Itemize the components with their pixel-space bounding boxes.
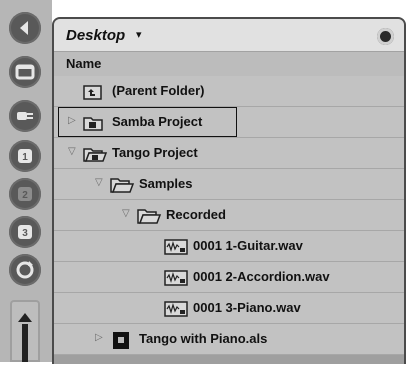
file-browser-1-icon[interactable] (9, 56, 41, 88)
expanded-arrow-icon[interactable]: ▽ (95, 177, 103, 188)
tree-row[interactable]: 0001 3-Piano.wav (54, 293, 404, 324)
audio-file-icon (163, 238, 189, 256)
tree-row-label: Samples (139, 176, 193, 191)
tree-row-label: Tango Project (112, 145, 198, 160)
tree-row[interactable]: ▽ Tango Project (54, 138, 404, 169)
collapsed-arrow-icon[interactable]: ▷ (95, 332, 103, 343)
tree-row-label: (Parent Folder) (112, 83, 205, 98)
browser-2-icon[interactable]: 2 (9, 178, 41, 210)
svg-text:1: 1 (22, 152, 28, 163)
plugin-devices-icon[interactable] (9, 100, 41, 132)
tree-row[interactable]: (Parent Folder) (54, 76, 404, 107)
sidebar-scrollbar[interactable] (10, 300, 40, 362)
browser-header: Desktop ▾ (54, 19, 404, 51)
browser-1-icon[interactable]: 1 (9, 140, 41, 172)
svg-text:3: 3 (22, 228, 28, 239)
folder-open-icon (136, 207, 162, 225)
browser-3-icon[interactable]: 3 (9, 216, 41, 248)
tree-row-label: Recorded (166, 207, 226, 222)
parent-folder-icon (82, 83, 108, 101)
refresh-icon[interactable] (9, 254, 41, 286)
project-folder-open-icon (82, 145, 108, 163)
tree-row-label: 0001 3-Piano.wav (193, 300, 301, 315)
audio-file-icon (163, 269, 189, 287)
expanded-arrow-icon[interactable]: ▽ (122, 208, 130, 219)
collapse-browser-icon[interactable] (9, 12, 41, 44)
tree-row[interactable]: ▷ Tango with Piano.als (54, 324, 404, 355)
search-icon[interactable] (377, 28, 394, 45)
tree-row-label: 0001 2-Accordion.wav (193, 269, 330, 284)
audio-file-icon (163, 300, 189, 318)
folder-open-icon (109, 176, 135, 194)
expanded-arrow-icon[interactable]: ▽ (68, 146, 76, 157)
svg-text:2: 2 (22, 190, 28, 201)
name-column-header[interactable]: Name (54, 51, 404, 77)
location-chooser[interactable]: Desktop (66, 27, 125, 44)
live-set-icon (109, 331, 135, 349)
tree-row[interactable]: 0001 1-Guitar.wav (54, 231, 404, 262)
tree-row[interactable]: 0001 2-Accordion.wav (54, 262, 404, 293)
tree-row[interactable]: ▽ Recorded (54, 200, 404, 231)
chevron-down-icon[interactable]: ▾ (136, 28, 142, 41)
browser-sidebar: 1 2 3 (0, 0, 52, 362)
selection-highlight (58, 107, 237, 137)
file-browser-panel: Desktop ▾ Name (Parent Folder) ▷ Samba Pro… (52, 17, 406, 364)
column-header-label: Name (66, 56, 102, 71)
tree-row-label: Tango with Piano.als (139, 331, 268, 346)
tree-row[interactable]: ▽ Samples (54, 169, 404, 200)
tree-row-label: 0001 1-Guitar.wav (193, 238, 303, 253)
